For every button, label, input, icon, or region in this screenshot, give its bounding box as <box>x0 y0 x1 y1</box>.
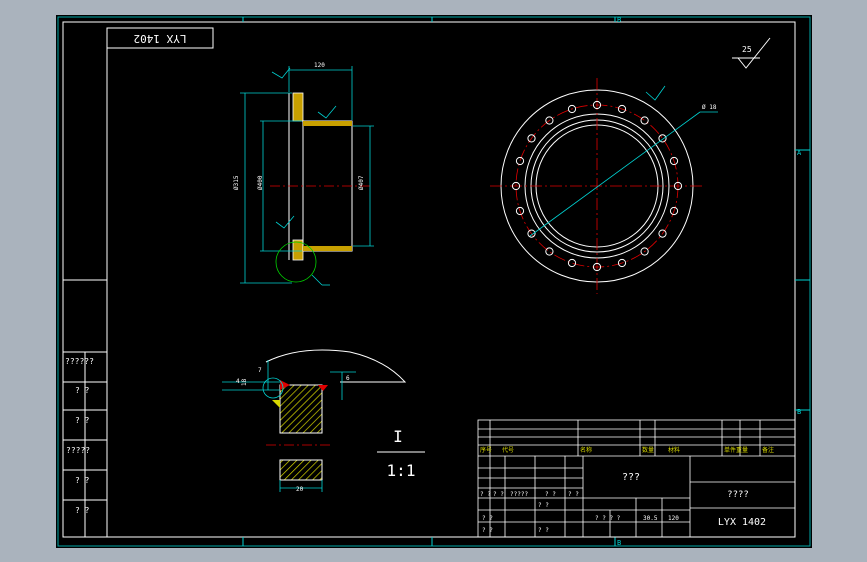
header-cell: 序号 <box>480 446 492 454</box>
side-label: ? ? <box>75 506 90 515</box>
scale-row-cell: 120 <box>668 515 679 522</box>
side-label: ? ? <box>75 476 90 485</box>
scale-row-cell: 30.5 <box>643 515 658 522</box>
dim-bore-dia: Ø407 <box>358 175 365 190</box>
part-name: ??? <box>622 472 640 483</box>
drawing-code: LYX 1402 <box>718 517 766 528</box>
zone-letter-right-lower: B <box>797 408 801 416</box>
header-cell: 代号 <box>502 446 514 454</box>
footer-cell: ? ? <box>482 515 493 522</box>
zone-letter-bottom: B <box>617 539 621 547</box>
header-cell: 单件重量 <box>724 446 748 454</box>
scale-label: 1:1 <box>387 461 416 480</box>
side-label: ?????? <box>65 357 94 366</box>
pipe-wall-top <box>303 121 352 126</box>
side-label: ????? <box>66 446 90 455</box>
roughness-value: 25 <box>742 45 752 54</box>
detail-hatch-lower <box>279 459 323 481</box>
sheet-border <box>57 16 811 547</box>
footer-cell: ? ? <box>482 527 493 534</box>
side-label: ? ? <box>75 416 90 425</box>
footer-cell: ? ? <box>538 527 549 534</box>
header-cell: 数量 <box>642 446 654 454</box>
scale-row-cell: ? ? ? ? <box>595 515 621 522</box>
header-cell: 名称 <box>580 446 592 454</box>
material: ???? <box>727 490 749 500</box>
dim-flange-width: 120 <box>314 62 325 69</box>
dim-small-c: 4 <box>236 378 240 385</box>
flange-hatch-top <box>292 92 304 122</box>
dim-detail-height: 18 <box>241 378 248 386</box>
row-cell: ????? <box>510 491 528 498</box>
dim-detail-width: 20 <box>296 486 304 493</box>
dim-inner-dia: Ø400 <box>257 175 264 190</box>
dim-outer-dia: Ø315 <box>233 175 240 190</box>
dim-hole: Ø 18 <box>702 104 717 111</box>
header-cell: 材料 <box>668 446 680 454</box>
detail-hatch-main <box>279 384 323 434</box>
cad-drawing: B B A B LYX 1402 25 ?????? ? ? ? ? ?????… <box>0 0 867 562</box>
dim-small-a: 7 <box>258 367 262 374</box>
side-label: ? ? <box>75 386 90 395</box>
detail-mark: I <box>393 427 403 446</box>
row-cell: ? ? <box>568 491 579 498</box>
row-cell: ? ? <box>493 491 504 498</box>
row-cell: ? ? <box>538 502 549 509</box>
row-cell: ? ? <box>480 491 491 498</box>
row-cell: ? ? <box>545 491 556 498</box>
zone-letter-top: B <box>617 16 621 24</box>
dim-small-b: 6 <box>346 375 350 382</box>
code-stamp: LYX 1402 <box>134 32 187 45</box>
header-cell: 备注 <box>762 446 774 454</box>
